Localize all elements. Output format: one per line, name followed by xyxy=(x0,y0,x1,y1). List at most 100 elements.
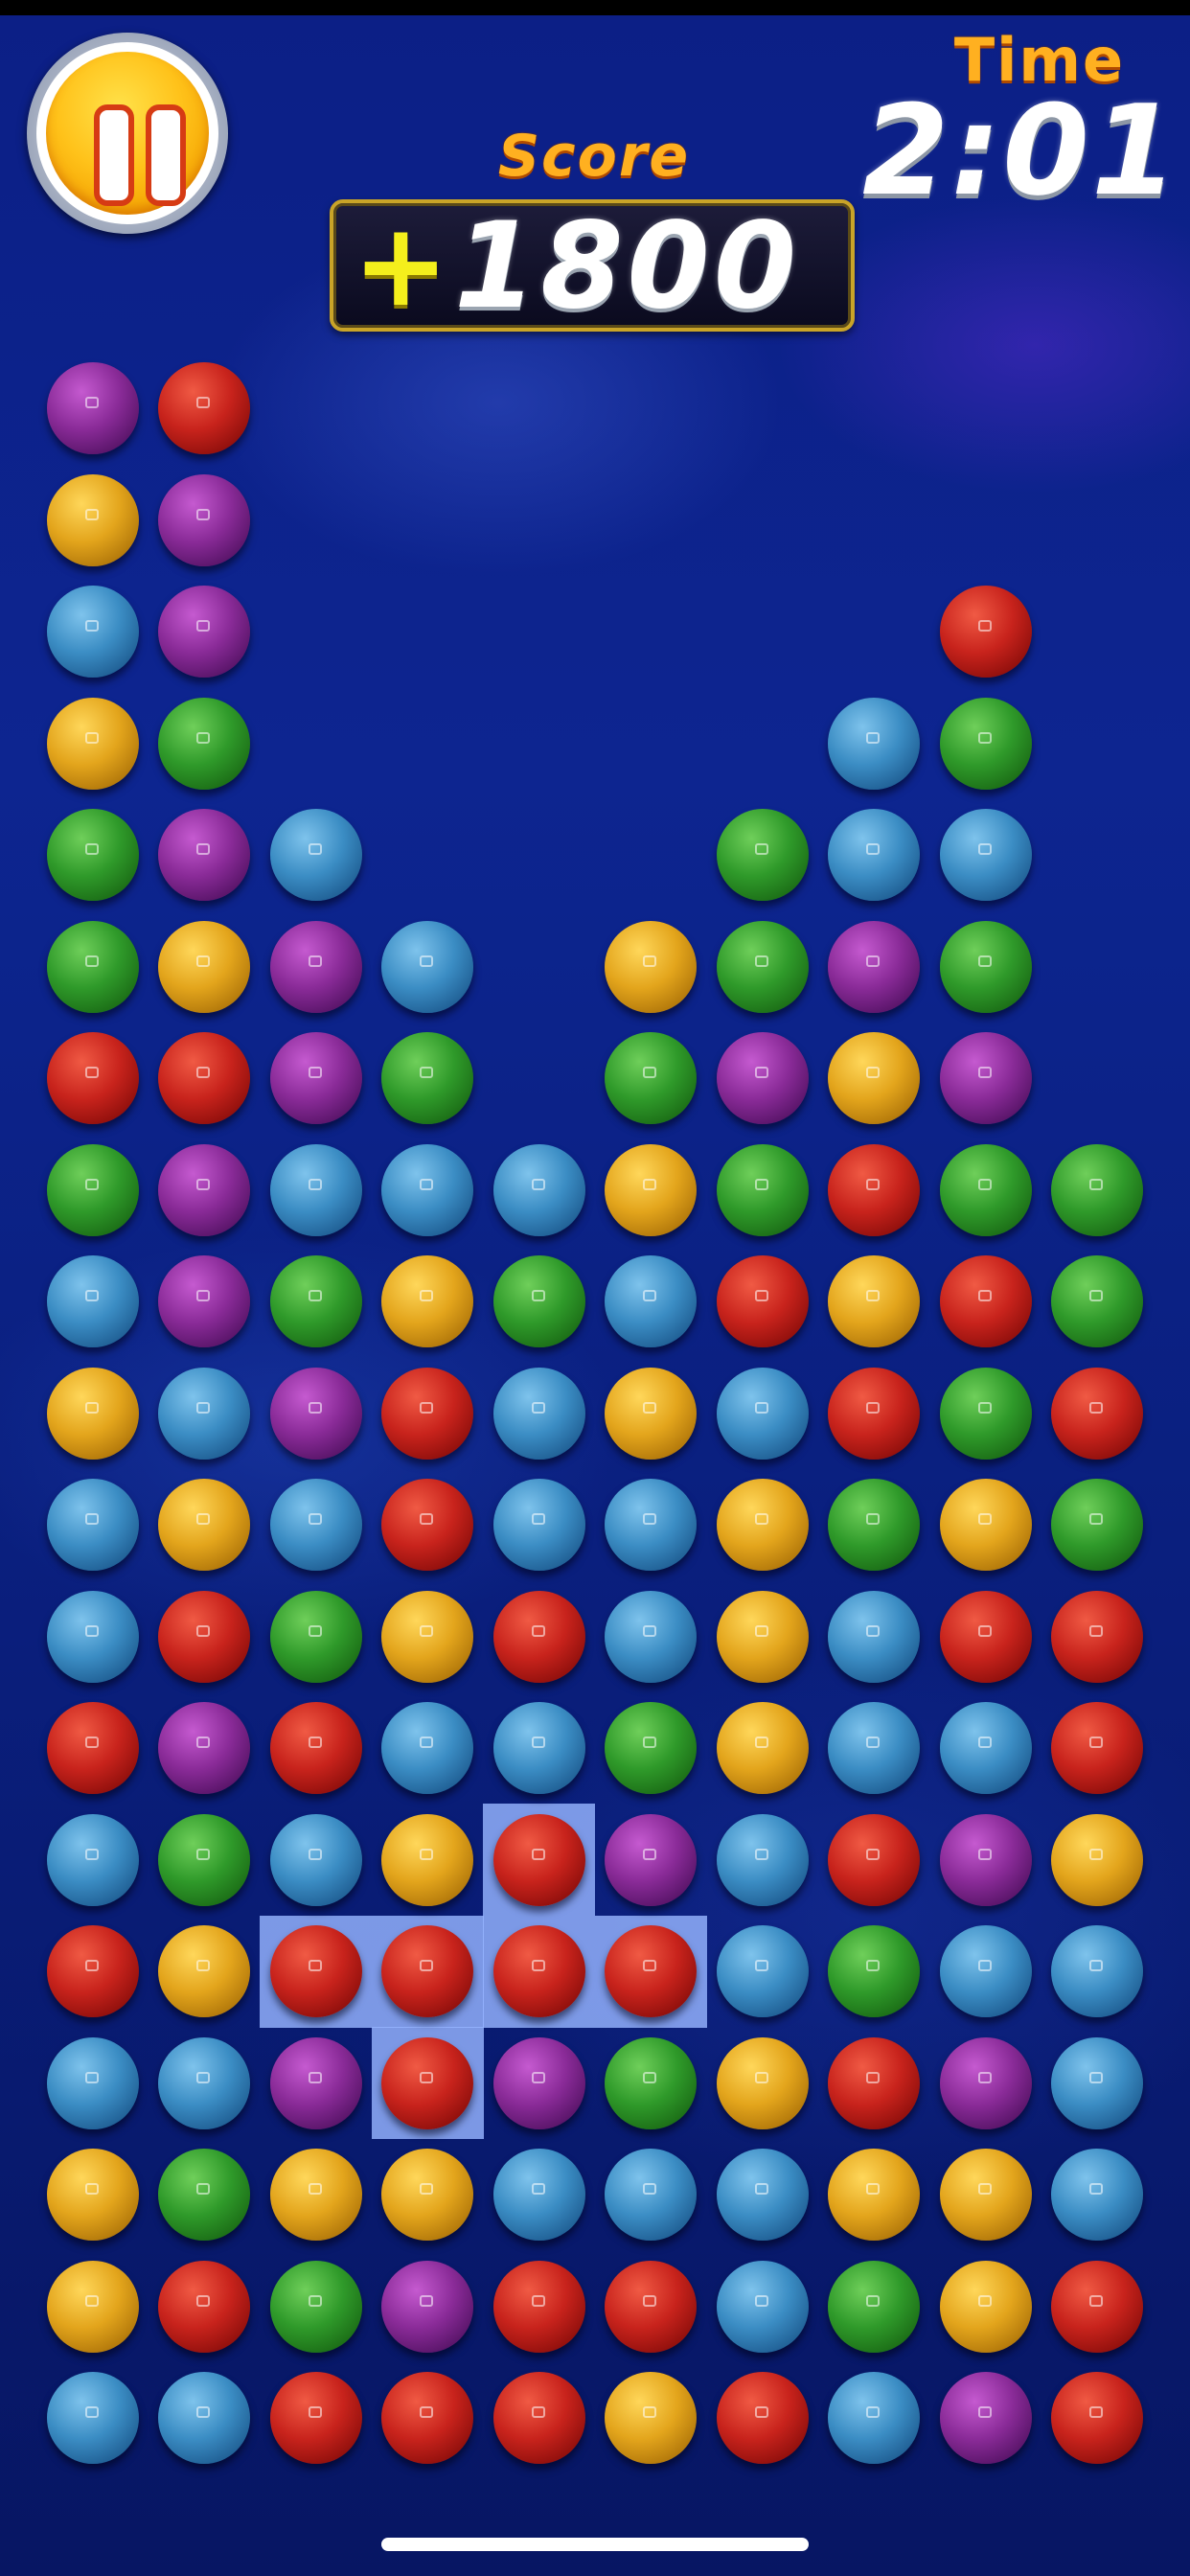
blue-ball[interactable] xyxy=(716,2260,809,2353)
blue-ball[interactable] xyxy=(492,1702,585,1794)
yellow-ball[interactable] xyxy=(46,697,139,790)
blue-ball[interactable] xyxy=(46,1813,139,1906)
yellow-ball[interactable] xyxy=(605,920,697,1013)
blue-ball[interactable] xyxy=(158,2372,250,2464)
home-indicator[interactable] xyxy=(381,2538,809,2551)
yellow-ball[interactable] xyxy=(716,1590,809,1683)
blue-ball[interactable] xyxy=(269,809,362,901)
green-ball[interactable] xyxy=(269,1590,362,1683)
yellow-ball[interactable] xyxy=(158,1479,250,1571)
purple-ball[interactable] xyxy=(828,920,920,1013)
red-ball[interactable] xyxy=(605,2260,697,2353)
blue-ball[interactable] xyxy=(46,1590,139,1683)
red-ball[interactable] xyxy=(381,1367,473,1460)
red-ball[interactable] xyxy=(1051,2372,1143,2464)
red-ball[interactable] xyxy=(716,1255,809,1347)
red-ball[interactable] xyxy=(1051,2260,1143,2353)
red-ball[interactable] xyxy=(716,2372,809,2464)
green-ball[interactable] xyxy=(158,2149,250,2241)
red-ball[interactable] xyxy=(46,1702,139,1794)
blue-ball[interactable] xyxy=(605,1255,697,1347)
blue-ball[interactable] xyxy=(381,1143,473,1236)
blue-ball[interactable] xyxy=(1051,2036,1143,2129)
purple-ball[interactable] xyxy=(605,1813,697,1906)
yellow-ball[interactable] xyxy=(158,920,250,1013)
green-ball[interactable] xyxy=(828,1479,920,1571)
yellow-ball[interactable] xyxy=(828,1255,920,1347)
purple-ball[interactable] xyxy=(158,586,250,678)
blue-ball[interactable] xyxy=(716,2149,809,2241)
yellow-ball[interactable] xyxy=(381,1255,473,1347)
red-ball[interactable] xyxy=(269,1925,362,2017)
red-ball[interactable] xyxy=(1051,1367,1143,1460)
blue-ball[interactable] xyxy=(269,1813,362,1906)
green-ball[interactable] xyxy=(492,1255,585,1347)
purple-ball[interactable] xyxy=(716,1032,809,1124)
blue-ball[interactable] xyxy=(1051,1925,1143,2017)
purple-ball[interactable] xyxy=(269,2036,362,2129)
blue-ball[interactable] xyxy=(828,2372,920,2464)
red-ball[interactable] xyxy=(46,1925,139,2017)
blue-ball[interactable] xyxy=(46,1255,139,1347)
blue-ball[interactable] xyxy=(716,1367,809,1460)
purple-ball[interactable] xyxy=(158,1255,250,1347)
yellow-ball[interactable] xyxy=(828,1032,920,1124)
green-ball[interactable] xyxy=(605,1702,697,1794)
purple-ball[interactable] xyxy=(46,362,139,454)
yellow-ball[interactable] xyxy=(46,2149,139,2241)
red-ball[interactable] xyxy=(158,2260,250,2353)
red-ball[interactable] xyxy=(492,1590,585,1683)
purple-ball[interactable] xyxy=(939,1813,1032,1906)
blue-ball[interactable] xyxy=(828,1702,920,1794)
blue-ball[interactable] xyxy=(492,1479,585,1571)
blue-ball[interactable] xyxy=(158,2036,250,2129)
green-ball[interactable] xyxy=(46,1143,139,1236)
yellow-ball[interactable] xyxy=(46,473,139,566)
purple-ball[interactable] xyxy=(269,1367,362,1460)
yellow-ball[interactable] xyxy=(939,2260,1032,2353)
purple-ball[interactable] xyxy=(939,2372,1032,2464)
purple-ball[interactable] xyxy=(939,2036,1032,2129)
blue-ball[interactable] xyxy=(716,1925,809,2017)
blue-ball[interactable] xyxy=(492,1367,585,1460)
blue-ball[interactable] xyxy=(269,1479,362,1571)
yellow-ball[interactable] xyxy=(158,1925,250,2017)
purple-ball[interactable] xyxy=(939,1032,1032,1124)
blue-ball[interactable] xyxy=(46,2036,139,2129)
blue-ball[interactable] xyxy=(605,1590,697,1683)
red-ball[interactable] xyxy=(158,362,250,454)
yellow-ball[interactable] xyxy=(605,1367,697,1460)
green-ball[interactable] xyxy=(605,1032,697,1124)
red-ball[interactable] xyxy=(1051,1702,1143,1794)
purple-ball[interactable] xyxy=(158,809,250,901)
green-ball[interactable] xyxy=(158,1813,250,1906)
blue-ball[interactable] xyxy=(716,1813,809,1906)
yellow-ball[interactable] xyxy=(716,1479,809,1571)
yellow-ball[interactable] xyxy=(605,1143,697,1236)
blue-ball[interactable] xyxy=(605,1479,697,1571)
red-ball[interactable] xyxy=(381,1479,473,1571)
yellow-ball[interactable] xyxy=(716,2036,809,2129)
blue-ball[interactable] xyxy=(492,1143,585,1236)
red-ball[interactable] xyxy=(269,1702,362,1794)
green-ball[interactable] xyxy=(1051,1479,1143,1571)
green-ball[interactable] xyxy=(46,809,139,901)
blue-ball[interactable] xyxy=(46,2372,139,2464)
green-ball[interactable] xyxy=(46,920,139,1013)
green-ball[interactable] xyxy=(939,920,1032,1013)
purple-ball[interactable] xyxy=(492,2036,585,2129)
yellow-ball[interactable] xyxy=(605,2372,697,2464)
blue-ball[interactable] xyxy=(939,1925,1032,2017)
purple-ball[interactable] xyxy=(269,920,362,1013)
red-ball[interactable] xyxy=(828,1143,920,1236)
red-ball[interactable] xyxy=(939,1255,1032,1347)
blue-ball[interactable] xyxy=(46,586,139,678)
green-ball[interactable] xyxy=(269,2260,362,2353)
green-ball[interactable] xyxy=(939,697,1032,790)
green-ball[interactable] xyxy=(939,1143,1032,1236)
blue-ball[interactable] xyxy=(381,920,473,1013)
green-ball[interactable] xyxy=(828,2260,920,2353)
purple-ball[interactable] xyxy=(158,1143,250,1236)
red-ball[interactable] xyxy=(939,586,1032,678)
blue-ball[interactable] xyxy=(158,1367,250,1460)
